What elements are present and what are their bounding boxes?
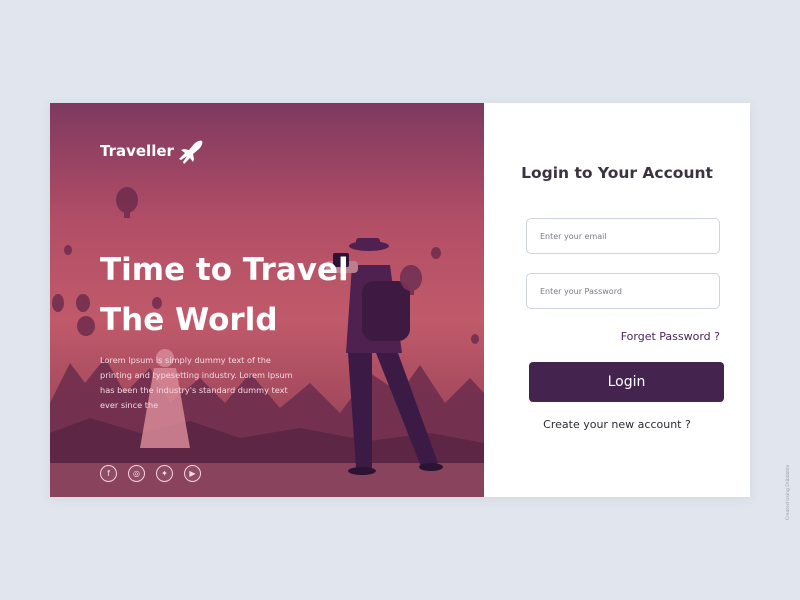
create-account-link[interactable]: Create your new account ? xyxy=(484,418,750,431)
brand-name: Traveller xyxy=(100,142,174,160)
hero-description: Lorem Ipsum is simply dummy text of the … xyxy=(100,355,293,410)
forgot-password-link[interactable]: Forget Password ? xyxy=(621,330,720,343)
login-form: Login to Your Account Forget Password ? … xyxy=(484,103,750,497)
facebook-icon[interactable]: f xyxy=(100,465,117,482)
login-button[interactable]: Login xyxy=(529,362,724,402)
password-field[interactable] xyxy=(526,273,720,309)
youtube-icon[interactable]: ▶ xyxy=(184,465,201,482)
hero-panel: Traveller Time to Travel The World Lorem… xyxy=(50,103,484,497)
credit-text: Created Using Dribbbble xyxy=(786,464,791,520)
brand-logo[interactable]: Traveller xyxy=(100,138,206,164)
login-title: Login to Your Account xyxy=(521,164,713,182)
hero-headline-line2: The World xyxy=(100,302,278,338)
twitter-icon[interactable]: ✦ xyxy=(156,465,173,482)
hero-headline-line1: Time to Travel xyxy=(100,252,349,288)
email-field[interactable] xyxy=(526,218,720,254)
social-links: f ◎ ✦ ▶ xyxy=(100,465,201,482)
airplane-icon xyxy=(178,140,203,164)
hero-headline: Time to Travel The World xyxy=(100,245,400,345)
instagram-icon[interactable]: ◎ xyxy=(128,465,145,482)
login-card: Traveller Time to Travel The World Lorem… xyxy=(50,103,750,497)
